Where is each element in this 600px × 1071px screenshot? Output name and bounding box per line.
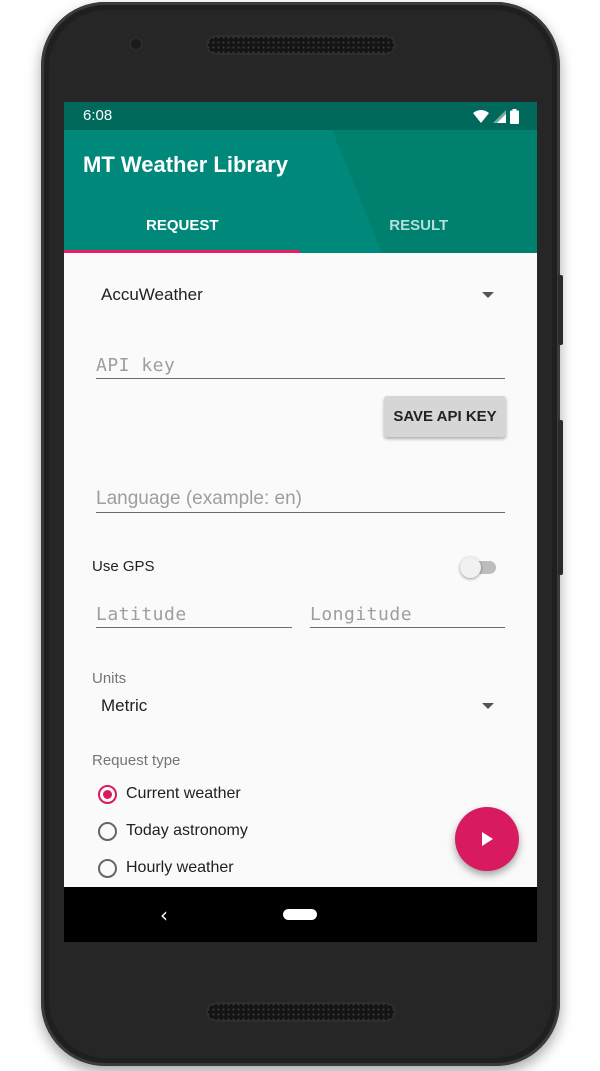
bottom-speaker-grille	[206, 1002, 396, 1022]
battery-icon	[510, 109, 519, 124]
units-spinner-value: Metric	[101, 696, 148, 715]
radio-label: Current weather	[126, 785, 241, 802]
use-gps-switch[interactable]	[460, 556, 498, 578]
dropdown-arrow-icon	[482, 703, 494, 709]
radio-label: Hourly weather	[126, 859, 234, 876]
radio-checked-icon	[98, 784, 117, 804]
language-input[interactable]	[96, 488, 505, 510]
provider-spinner[interactable]: AccuWeather	[92, 277, 510, 313]
radio-hourly-weather[interactable]: Hourly weather	[98, 854, 234, 882]
units-label: Units	[92, 670, 127, 687]
request-type-label: Request type	[92, 752, 181, 769]
volume-rocker	[558, 420, 563, 575]
navigation-bar: ‹	[64, 887, 537, 942]
front-camera	[129, 37, 143, 51]
radio-current-weather[interactable]: Current weather	[98, 780, 241, 808]
language-field[interactable]	[96, 476, 505, 513]
api-key-input[interactable]	[96, 355, 505, 376]
latitude-input[interactable]	[96, 604, 292, 625]
latitude-field[interactable]	[96, 591, 292, 628]
tab-request[interactable]: REQUEST	[64, 202, 301, 253]
status-bar: 6:08	[64, 102, 537, 130]
request-form: AccuWeather SAVE API KEY Use GPS Units M…	[64, 253, 537, 942]
longitude-input[interactable]	[310, 604, 505, 625]
radio-label: Today astronomy	[126, 822, 248, 839]
tab-result[interactable]: RESULT	[301, 202, 538, 253]
save-api-key-button[interactable]: SAVE API KEY	[384, 396, 506, 437]
back-icon[interactable]: ‹	[160, 903, 168, 927]
switch-thumb	[460, 557, 481, 578]
home-pill-icon[interactable]	[283, 909, 317, 920]
power-button	[558, 275, 563, 345]
status-time: 6:08	[83, 107, 113, 124]
radio-unchecked-icon	[98, 821, 117, 841]
radio-today-astronomy[interactable]: Today astronomy	[98, 817, 248, 845]
app-title: MT Weather Library	[83, 152, 288, 177]
top-speaker-grille	[206, 35, 396, 55]
units-spinner[interactable]: Metric	[92, 688, 510, 724]
send-request-fab[interactable]	[455, 807, 519, 871]
radio-unchecked-icon	[98, 858, 117, 878]
dropdown-arrow-icon	[482, 292, 494, 298]
use-gps-label: Use GPS	[92, 558, 155, 575]
tab-bar: REQUEST RESULT	[64, 202, 537, 253]
wifi-icon	[473, 110, 489, 123]
app-bar: MT Weather Library REQUEST RESULT	[64, 130, 537, 253]
provider-spinner-value: AccuWeather	[101, 285, 203, 304]
play-icon	[482, 832, 493, 846]
status-icons	[473, 109, 519, 124]
api-key-field[interactable]	[96, 342, 505, 379]
longitude-field[interactable]	[310, 591, 505, 628]
screen: 6:08 MT Weather Library REQUEST RESULT A	[64, 102, 537, 942]
signal-icon	[493, 110, 506, 123]
